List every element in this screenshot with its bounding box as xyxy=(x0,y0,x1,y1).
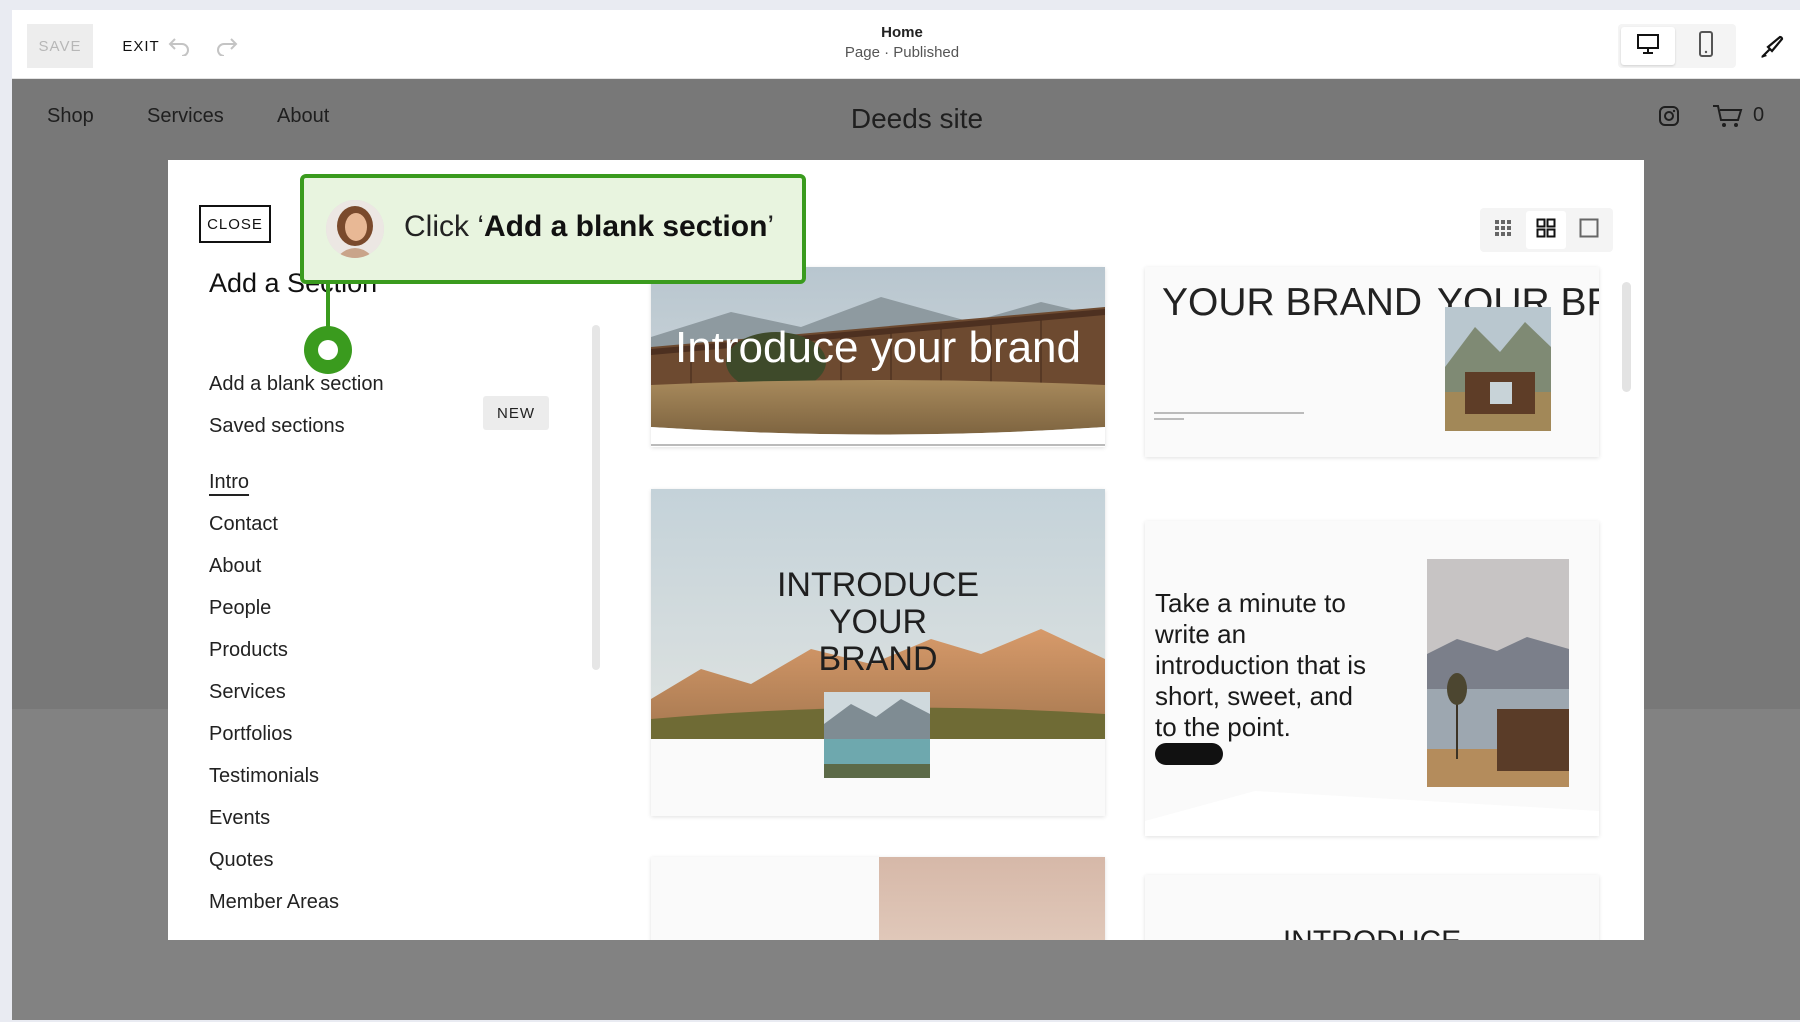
page-title: Home xyxy=(881,24,923,41)
device-toggle xyxy=(1618,24,1736,68)
mobile-view-button[interactable] xyxy=(1679,27,1733,65)
editor-toolbar: SAVE EXIT Home Page · Published xyxy=(12,10,1800,79)
category-services[interactable]: Services xyxy=(209,681,286,704)
template-3-title: INTRODUCE YOUR BRAND xyxy=(651,567,1105,678)
medium-grid-icon xyxy=(1536,218,1556,243)
template-6-title: INTRODUCE xyxy=(1145,925,1599,940)
category-events[interactable]: Events xyxy=(209,807,270,830)
tooltip-text: Click ‘Add a blank section’ xyxy=(404,210,775,243)
tooltip-target-marker xyxy=(304,326,352,374)
undo-icon[interactable] xyxy=(166,34,192,58)
category-products[interactable]: Products xyxy=(209,639,288,662)
template-3-title-line1: INTRODUCE xyxy=(776,566,980,604)
mobile-icon xyxy=(1698,30,1714,62)
category-people[interactable]: People xyxy=(209,597,271,620)
view-size-toggle xyxy=(1480,208,1613,252)
large-view-button[interactable] xyxy=(1569,211,1609,249)
template-2-image xyxy=(1445,307,1551,431)
desktop-icon xyxy=(1636,33,1660,60)
category-portfolios[interactable]: Portfolios xyxy=(209,723,292,746)
template-3-title-line3: BRAND xyxy=(818,640,938,678)
templates-scrollbar[interactable] xyxy=(1622,282,1631,392)
template-4-image xyxy=(1427,559,1569,787)
saved-sections-button[interactable]: Saved sections xyxy=(209,415,345,438)
site-nav-about[interactable]: About xyxy=(277,105,329,128)
page-status: Page · Published xyxy=(844,44,960,61)
category-scrollbar[interactable] xyxy=(592,325,600,670)
template-thumbnail[interactable]: Introduce your brand xyxy=(651,267,1105,447)
guide-tooltip: Click ‘Add a blank section’ xyxy=(300,174,806,284)
design-brush-icon[interactable] xyxy=(1757,32,1787,62)
template-thumbnail[interactable]: YOUR BRAND YOUR BR xyxy=(1145,267,1599,457)
single-square-icon xyxy=(1579,218,1599,243)
template-5-image xyxy=(879,857,1105,940)
page-info: Home Page · Published xyxy=(662,24,1142,61)
category-contact[interactable]: Contact xyxy=(209,513,278,536)
small-grid-icon xyxy=(1494,219,1512,242)
save-button[interactable]: SAVE xyxy=(27,24,93,68)
template-thumbnail[interactable] xyxy=(651,857,1105,940)
small-grid-view-button[interactable] xyxy=(1483,211,1523,249)
category-quotes[interactable]: Quotes xyxy=(209,849,273,872)
template-1-title: Introduce your brand xyxy=(674,323,1082,372)
template-2-placeholder-text xyxy=(1154,409,1314,421)
site-nav-shop[interactable]: Shop xyxy=(47,105,94,128)
template-thumbnail[interactable]: Take a minute to write an introduction t… xyxy=(1145,521,1599,836)
category-about[interactable]: About xyxy=(209,555,261,578)
close-button[interactable]: CLOSE xyxy=(199,205,271,243)
desktop-view-button[interactable] xyxy=(1621,27,1675,65)
template-4-button xyxy=(1155,743,1223,765)
category-intro[interactable]: Intro xyxy=(209,471,249,494)
redo-icon[interactable] xyxy=(214,34,240,58)
category-member-areas[interactable]: Member Areas xyxy=(209,891,339,914)
template-thumbnail[interactable]: INTRODUCE YOUR BRAND xyxy=(651,489,1105,816)
editor-window: SAVE EXIT Home Page · Published Shop Ser… xyxy=(12,10,1800,1020)
new-badge: NEW xyxy=(483,396,549,430)
template-2-title: YOUR BRAND xyxy=(1162,281,1423,324)
site-nav-services[interactable]: Services xyxy=(147,105,224,128)
add-blank-section-button[interactable]: Add a blank section xyxy=(209,373,384,396)
instagram-icon[interactable] xyxy=(1658,105,1680,127)
tooltip-pointer-line xyxy=(326,284,330,328)
cart-count: 0 xyxy=(1753,104,1765,126)
cart-icon[interactable] xyxy=(1712,103,1748,129)
medium-grid-view-button[interactable] xyxy=(1526,211,1566,249)
site-title: Deeds site xyxy=(850,103,984,134)
template-4-text: Take a minute to write an introduction t… xyxy=(1155,588,1367,742)
template-thumbnail[interactable]: INTRODUCE xyxy=(1145,875,1599,940)
exit-button[interactable]: EXIT xyxy=(108,24,174,68)
category-testimonials[interactable]: Testimonials xyxy=(209,765,319,788)
template-4-divider-shape xyxy=(1145,791,1599,836)
template-3-title-line2: YOUR xyxy=(828,603,928,641)
avatar xyxy=(326,200,384,258)
